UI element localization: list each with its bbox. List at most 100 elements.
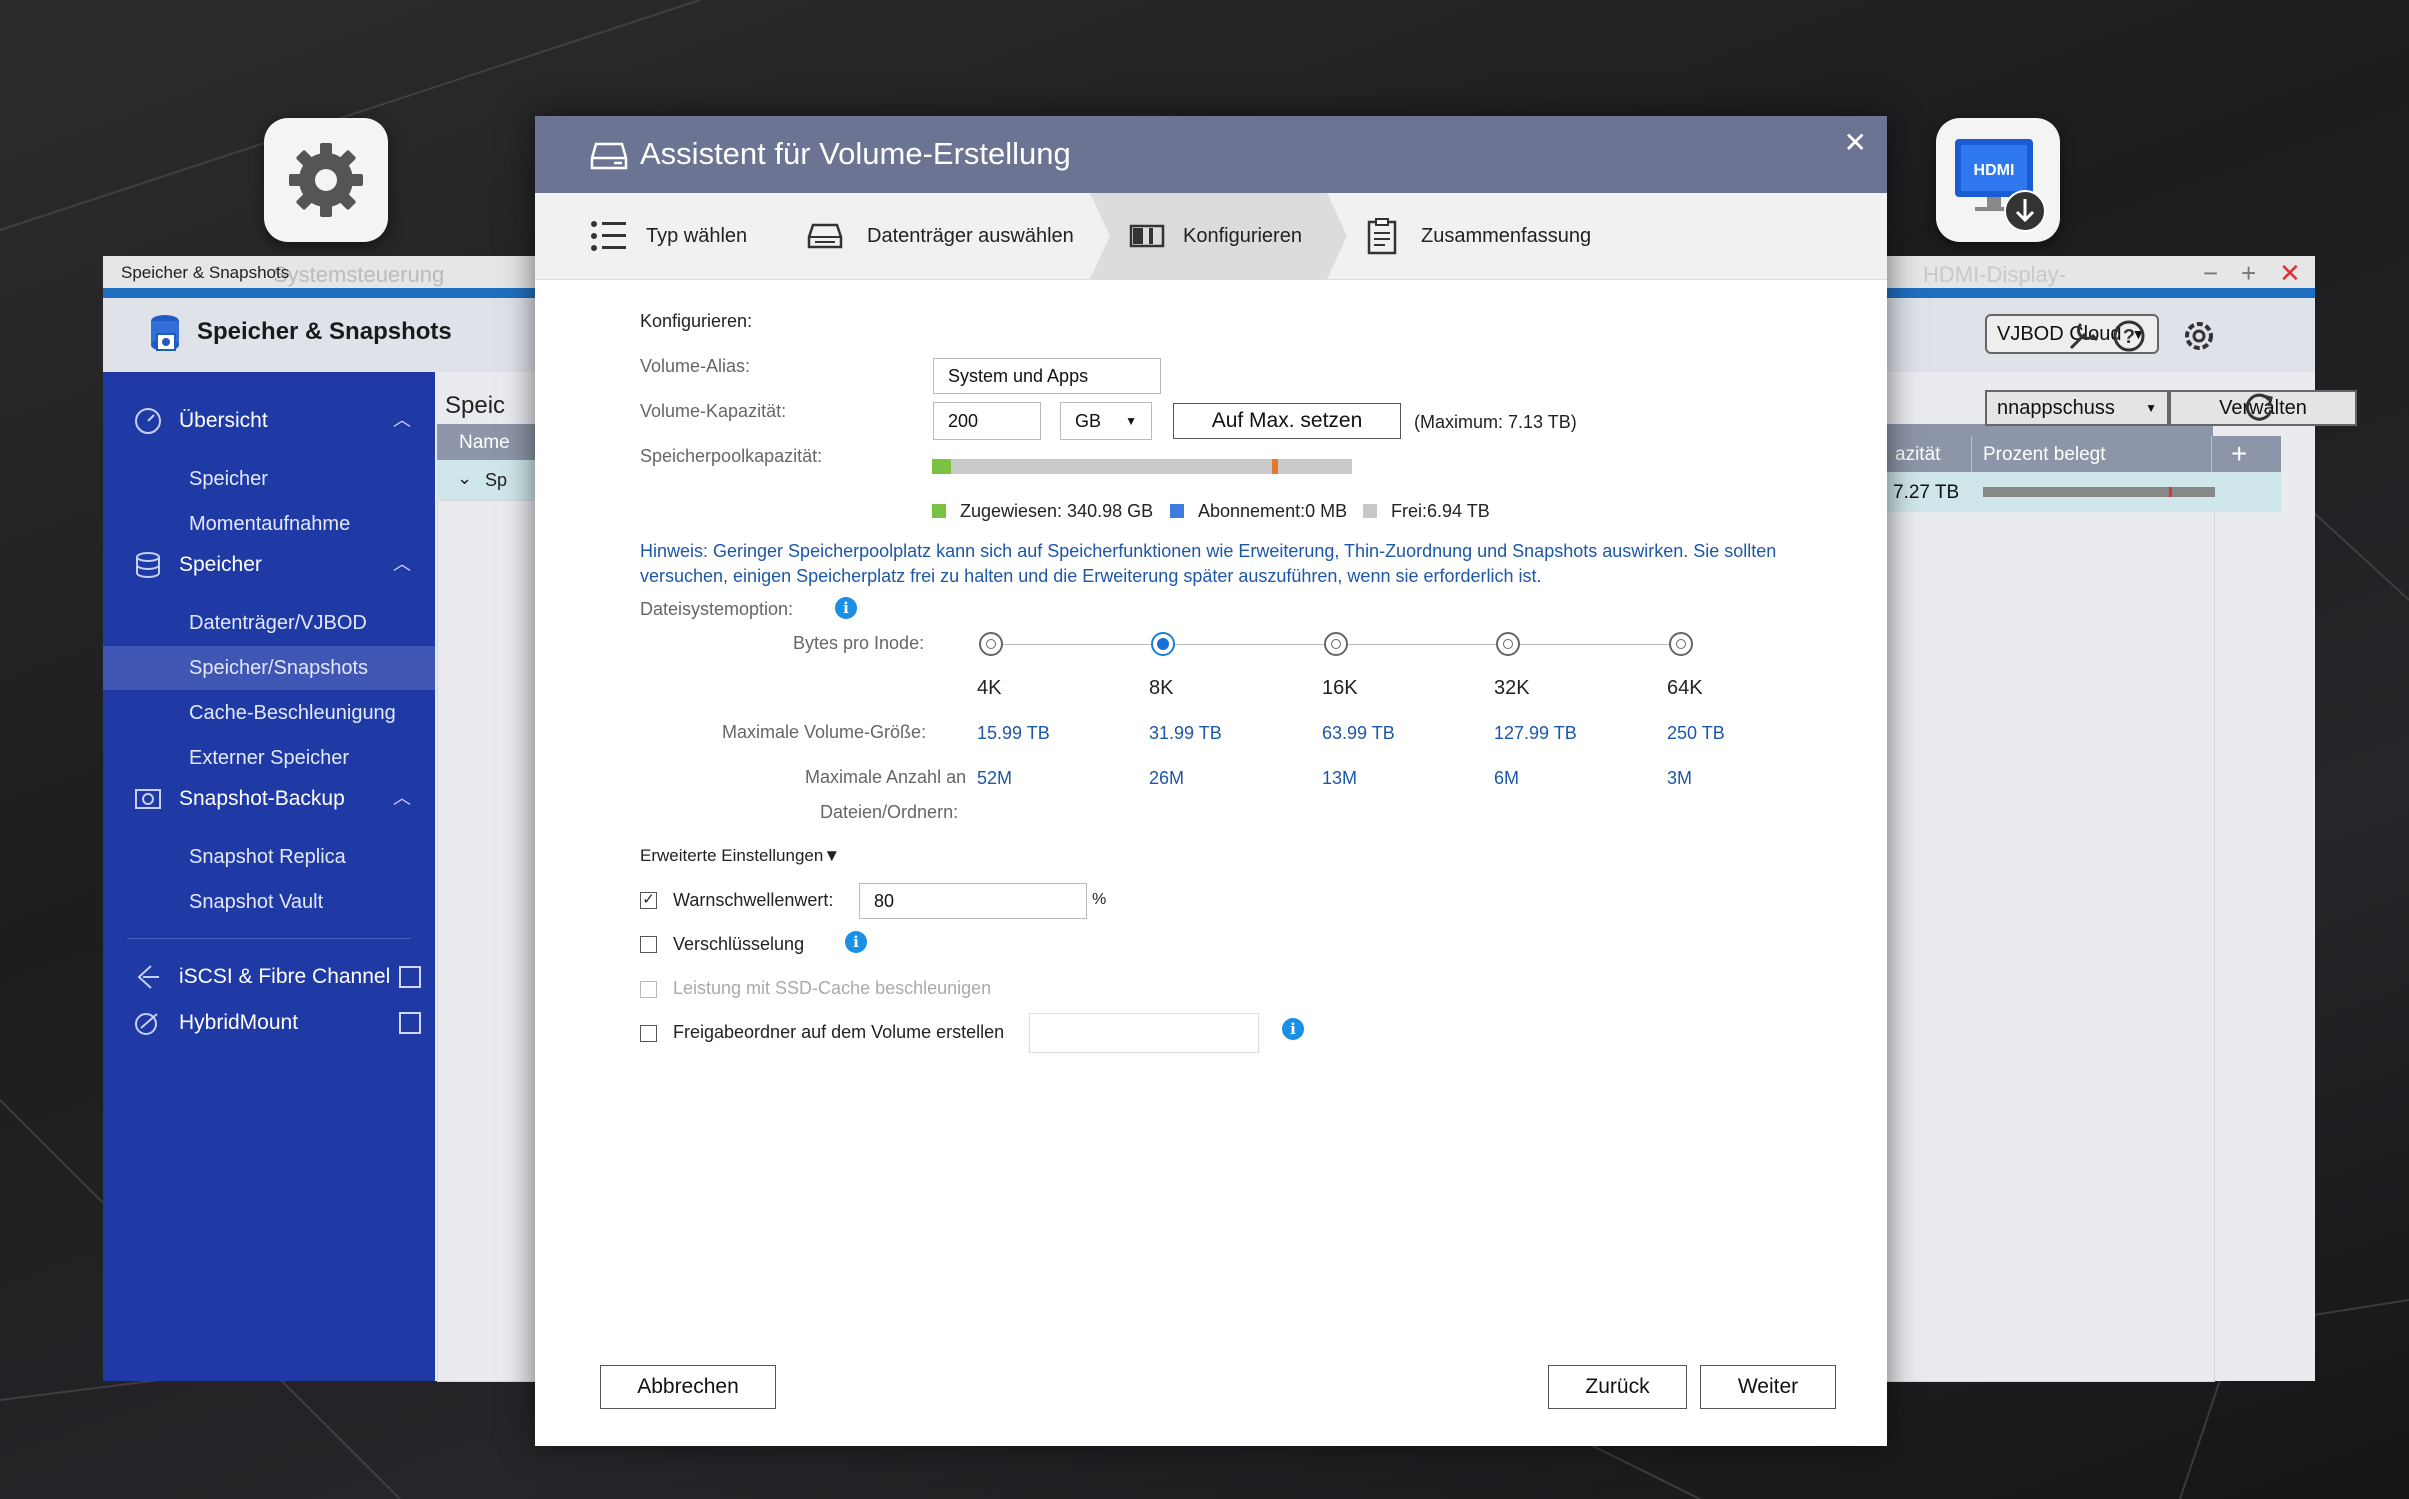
- wizard-steps: Typ wählen Datenträger auswählen Konfigu…: [535, 193, 1887, 280]
- alias-value: System und Apps: [948, 365, 1089, 386]
- pool-marker: [1272, 459, 1278, 474]
- ssd-cache-checkbox: [640, 981, 657, 998]
- dashboard-icon: [135, 408, 161, 434]
- sidebar-item-snapshot-replica[interactable]: Snapshot Replica: [189, 846, 346, 869]
- cancel-button[interactable]: Abbrechen: [600, 1365, 776, 1409]
- chevron-up-icon[interactable]: ︿: [393, 784, 411, 810]
- sidebar-item-hybridmount[interactable]: HybridMount: [133, 1008, 298, 1038]
- max-size-value: 250 TB: [1667, 723, 1725, 743]
- sidebar-item-cache[interactable]: Cache-Beschleunigung: [189, 702, 396, 725]
- snapshot-backup-icon: [135, 789, 161, 809]
- capacity-unit-select[interactable]: GB ▼: [1060, 402, 1152, 440]
- max-size-value: 31.99 TB: [1149, 723, 1222, 743]
- info-icon[interactable]: i: [1282, 1018, 1304, 1040]
- sidebar-item-speicher-snapshots[interactable]: Speicher/Snapshots: [189, 657, 368, 680]
- info-icon[interactable]: i: [835, 597, 857, 619]
- advanced-settings-toggle[interactable]: Erweiterte Einstellungen▼: [640, 846, 840, 866]
- chevron-down-icon[interactable]: ⌄: [457, 468, 472, 489]
- capacity-value: 200: [948, 410, 979, 431]
- inode-radio-16k[interactable]: [1324, 632, 1348, 656]
- warn-threshold-input[interactable]: 80: [859, 883, 1087, 919]
- sidebar-item-snapshot-vault[interactable]: Snapshot Vault: [189, 891, 323, 914]
- tools-icon[interactable]: [2063, 316, 2103, 356]
- database-icon: [136, 552, 160, 578]
- shared-folder-input: [1029, 1013, 1259, 1053]
- sidebar-item-iscsi[interactable]: iSCSI & Fibre Channel: [133, 962, 390, 992]
- chevron-up-icon[interactable]: ︿: [393, 550, 411, 576]
- back-button[interactable]: Zurück: [1548, 1365, 1687, 1409]
- sidebar-item-speicher[interactable]: Speicher: [189, 468, 268, 491]
- sidebar-iscsi-label: iSCSI & Fibre Channel: [179, 965, 391, 988]
- table-col-name: Name: [459, 432, 510, 453]
- close-icon[interactable]: ✕: [1844, 126, 1867, 159]
- refresh-icon[interactable]: [2241, 388, 2277, 424]
- alias-input[interactable]: System und Apps: [933, 358, 1161, 394]
- inode-radio-32k[interactable]: [1496, 632, 1520, 656]
- max-files-value: 26M: [1149, 768, 1185, 788]
- settings-icon[interactable]: [2177, 314, 2221, 358]
- row-name-partial: Sp: [485, 470, 508, 490]
- pool-capacity-label: Speicherpoolkapazität:: [640, 446, 823, 466]
- legend-free-swatch: [1363, 504, 1377, 518]
- warn-threshold-checkbox[interactable]: ✓: [640, 892, 657, 909]
- sidebar-item-externer-speicher[interactable]: Externer Speicher: [189, 747, 349, 770]
- cancel-label: Abbrechen: [637, 1375, 739, 1398]
- inode-radio-4k[interactable]: [979, 632, 1003, 656]
- max-capacity-text: (Maximum: 7.13 TB): [1414, 412, 1577, 432]
- usage-bar-marker: [2169, 487, 2172, 497]
- snapshot-dropdown[interactable]: nnappschuss ▼: [1985, 390, 2169, 426]
- capacity-unit-value: GB: [1075, 410, 1102, 431]
- inode-option-label: 4K: [977, 677, 1002, 699]
- capacity-input[interactable]: 200: [933, 402, 1041, 440]
- next-button[interactable]: Weiter: [1700, 1365, 1836, 1409]
- hdmi-display-icon: HDMI: [1955, 139, 2046, 232]
- sidebar-storage-label: Speicher: [179, 553, 262, 576]
- sidebar-section-storage[interactable]: Speicher: [133, 550, 262, 580]
- inode-option-label: 32K: [1494, 677, 1530, 699]
- right-table-header: azität Prozent belegt +: [1883, 436, 2281, 472]
- app-header-title: Speicher & Snapshots: [197, 318, 452, 345]
- step-label: Datenträger auswählen: [867, 224, 1074, 247]
- max-files-value: 6M: [1494, 768, 1520, 788]
- step-label: Zusammenfassung: [1421, 224, 1592, 247]
- hint-text: Hinweis: Geringer Speicherpoolplatz kann…: [640, 541, 1777, 586]
- inode-radio-64k[interactable]: [1669, 632, 1693, 656]
- max-files-value: 13M: [1322, 768, 1358, 788]
- sidebar-item-datentraeger[interactable]: Datenträger/VJBOD: [189, 612, 367, 635]
- sidebar: Übersicht ︿ Speicher Momentaufnahme Spei…: [103, 372, 435, 1381]
- external-link-icon[interactable]: [399, 966, 421, 988]
- max-files-label-line2: Dateien/Ordnern:: [820, 802, 959, 822]
- legend-subscription-swatch: [1170, 504, 1184, 518]
- warn-threshold-value: 80: [874, 890, 895, 911]
- row-capacity: 7.27 TB: [1893, 482, 1960, 503]
- sidebar-section-snapshot-backup[interactable]: Snapshot-Backup: [133, 784, 345, 814]
- sidebar-item-momentaufnahme[interactable]: Momentaufnahme: [189, 513, 350, 536]
- sidebar-hybridmount-label: HybridMount: [179, 1011, 299, 1034]
- set-max-button[interactable]: Auf Max. setzen: [1173, 403, 1401, 439]
- settings-app-icon[interactable]: [264, 118, 388, 242]
- external-link-icon[interactable]: [399, 1012, 421, 1034]
- right-table-row[interactable]: 7.27 TB: [1883, 472, 2281, 512]
- hdmi-display-app-icon[interactable]: HDMI: [1936, 118, 2060, 242]
- sidebar-section-overview[interactable]: Übersicht: [133, 406, 268, 436]
- fs-option-label: Dateisystemoption:: [640, 599, 794, 619]
- chevron-up-icon[interactable]: ︿: [393, 406, 411, 432]
- svg-text:HDMI: HDMI: [1974, 162, 2015, 179]
- inode-option-label: 64K: [1667, 677, 1703, 699]
- step-datentraeger-auswaehlen: Datenträger auswählen: [807, 193, 1074, 279]
- sidebar-overview-label: Übersicht: [179, 409, 268, 432]
- help-icon[interactable]: ?: [2109, 316, 2149, 356]
- sidebar-divider: [127, 938, 411, 939]
- inode-radio-8k[interactable]: [1151, 632, 1175, 656]
- info-icon[interactable]: i: [845, 931, 867, 953]
- legend-allocated-swatch: [932, 504, 946, 518]
- step-konfigurieren: Konfigurieren: [1129, 193, 1302, 279]
- shared-folder-checkbox[interactable]: [640, 1025, 657, 1042]
- pool-allocated-fill: [932, 459, 951, 474]
- encryption-checkbox[interactable]: [640, 936, 657, 953]
- section-title: Konfigurieren:: [640, 311, 753, 331]
- ssd-cache-label: Leistung mit SSD-Cache beschleunigen: [673, 978, 992, 998]
- add-column-icon[interactable]: +: [2231, 438, 2247, 470]
- gear-icon: [289, 143, 363, 217]
- max-volume-size-label: Maximale Volume-Größe:: [722, 722, 927, 742]
